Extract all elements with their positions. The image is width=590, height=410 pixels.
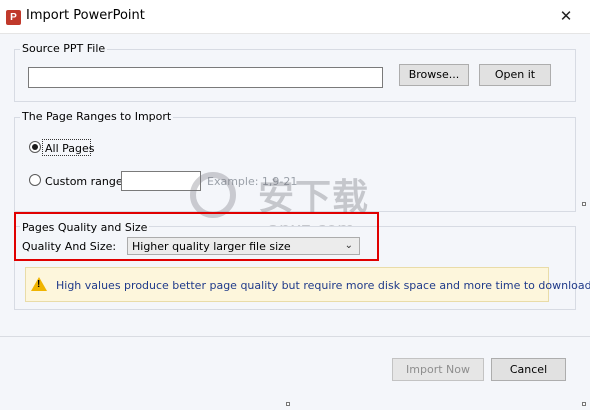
highlight-box [14, 212, 379, 261]
custom-range-label[interactable]: Custom range: [45, 175, 126, 188]
page-ranges-group-label: The Page Ranges to Import [20, 110, 174, 123]
close-icon[interactable]: ✕ [557, 7, 575, 25]
source-file-input[interactable] [28, 67, 383, 88]
custom-range-radio[interactable] [29, 174, 41, 186]
custom-range-input[interactable] [121, 171, 201, 191]
browse-button[interactable]: Browse... [399, 64, 469, 86]
footer-divider [0, 336, 590, 337]
all-pages-radio[interactable] [29, 141, 41, 153]
resize-handle-right[interactable] [582, 202, 586, 206]
powerpoint-icon: P [6, 10, 21, 25]
window-title: Import PowerPoint [26, 8, 145, 23]
all-pages-label[interactable]: All Pages [45, 142, 95, 155]
warning-icon: ! [31, 277, 47, 291]
resize-handle-bottom[interactable] [286, 402, 290, 406]
source-group-label: Source PPT File [20, 42, 108, 55]
resize-handle-corner[interactable] [582, 402, 586, 406]
info-message: High values produce better page quality … [56, 279, 590, 292]
import-now-button[interactable]: Import Now [392, 358, 484, 381]
cancel-button[interactable]: Cancel [491, 358, 566, 381]
open-it-button[interactable]: Open it [479, 64, 551, 86]
